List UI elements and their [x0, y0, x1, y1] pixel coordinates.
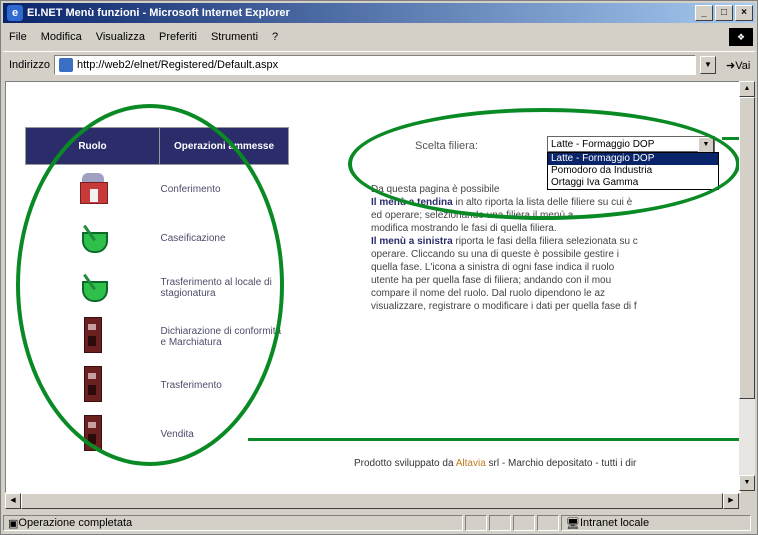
- desc-line: Il menù a sinistra riporta le fasi della…: [371, 236, 638, 247]
- scroll-right-button[interactable]: ▶: [723, 493, 739, 509]
- zone-text: Intranet locale: [579, 517, 650, 529]
- desc-line: utente ha per quella fase di filiera; an…: [371, 275, 612, 286]
- desc-emphasis: Il menù a sinistra: [371, 236, 453, 247]
- maximize-button[interactable]: □: [715, 5, 733, 21]
- page-done-icon: ▣: [8, 517, 19, 530]
- menu-bar: File Modifica Visualizza Preferiti Strum…: [3, 27, 755, 47]
- scroll-up-button[interactable]: ▲: [739, 81, 755, 97]
- menu-help[interactable]: ?: [272, 31, 278, 43]
- page-viewport: Ruolo Operazioni ammesse Conferimento Ca…: [5, 81, 741, 493]
- scroll-thumb[interactable]: [739, 97, 755, 399]
- scroll-left-button[interactable]: ◀: [5, 493, 21, 509]
- status-text-panel: ▣ Operazione completata: [3, 515, 463, 531]
- desc-line: quella fase. L'icona a sinistra di ogni …: [371, 262, 615, 273]
- highlight-ellipse-left: [16, 104, 284, 466]
- vertical-scrollbar[interactable]: ▲ ▼: [739, 81, 755, 491]
- go-label: Vai: [735, 59, 751, 72]
- ie-logo-icon: e: [7, 5, 23, 21]
- address-bar: Indirizzo http://web2/elnet/Registered/D…: [3, 51, 755, 78]
- address-dropdown-button[interactable]: ▼: [699, 56, 716, 74]
- highlight-connector-line: [248, 438, 740, 441]
- intranet-icon: 🖥: [566, 517, 580, 530]
- scroll-thumb[interactable]: [21, 493, 723, 509]
- status-text: Operazione completata: [18, 517, 133, 529]
- page-icon: [58, 58, 73, 72]
- status-bar: ▣ Operazione completata 🖥 Intranet local…: [3, 513, 755, 533]
- address-label: Indirizzo: [9, 59, 50, 71]
- address-url: http://web2/elnet/Registered/Default.asp…: [76, 59, 279, 71]
- menu-visualizza[interactable]: Visualizza: [96, 31, 145, 43]
- menu-file[interactable]: File: [9, 31, 27, 43]
- window-title: EI.NET Menù funzioni - Microsoft Interne…: [27, 7, 290, 19]
- scroll-down-button[interactable]: ▼: [739, 475, 755, 491]
- desc-line: compare il nome del ruolo. Dal ruolo dip…: [371, 288, 606, 299]
- menu-modifica[interactable]: Modifica: [41, 31, 82, 43]
- horizontal-scrollbar[interactable]: ◀ ▶: [5, 493, 739, 509]
- desc-line: modifica mostrando le fasi di quella fil…: [371, 223, 557, 234]
- desc-line: operare. Cliccando su una di queste è po…: [371, 249, 619, 260]
- menu-preferiti[interactable]: Preferiti: [159, 31, 197, 43]
- page-footer: Prodotto sviluppato da Altavia srl - Mar…: [354, 458, 637, 469]
- browser-window: e EI.NET Menù funzioni - Microsoft Inter…: [0, 0, 758, 535]
- menu-strumenti[interactable]: Strumenti: [211, 31, 258, 43]
- address-input[interactable]: http://web2/elnet/Registered/Default.asp…: [53, 55, 696, 75]
- minimize-button[interactable]: _: [695, 5, 713, 21]
- go-button[interactable]: ➜Vai: [726, 59, 750, 72]
- zone-panel: 🖥 Intranet locale: [561, 515, 751, 531]
- highlight-ellipse-top: [348, 108, 740, 220]
- footer-brand-link[interactable]: Altavia: [456, 458, 486, 469]
- close-button[interactable]: ×: [735, 5, 753, 21]
- desc-line: visualizzare, registrare o modificare i …: [371, 301, 637, 312]
- windows-logo-icon: ❖: [729, 28, 753, 46]
- title-bar: e EI.NET Menù funzioni - Microsoft Inter…: [3, 3, 755, 23]
